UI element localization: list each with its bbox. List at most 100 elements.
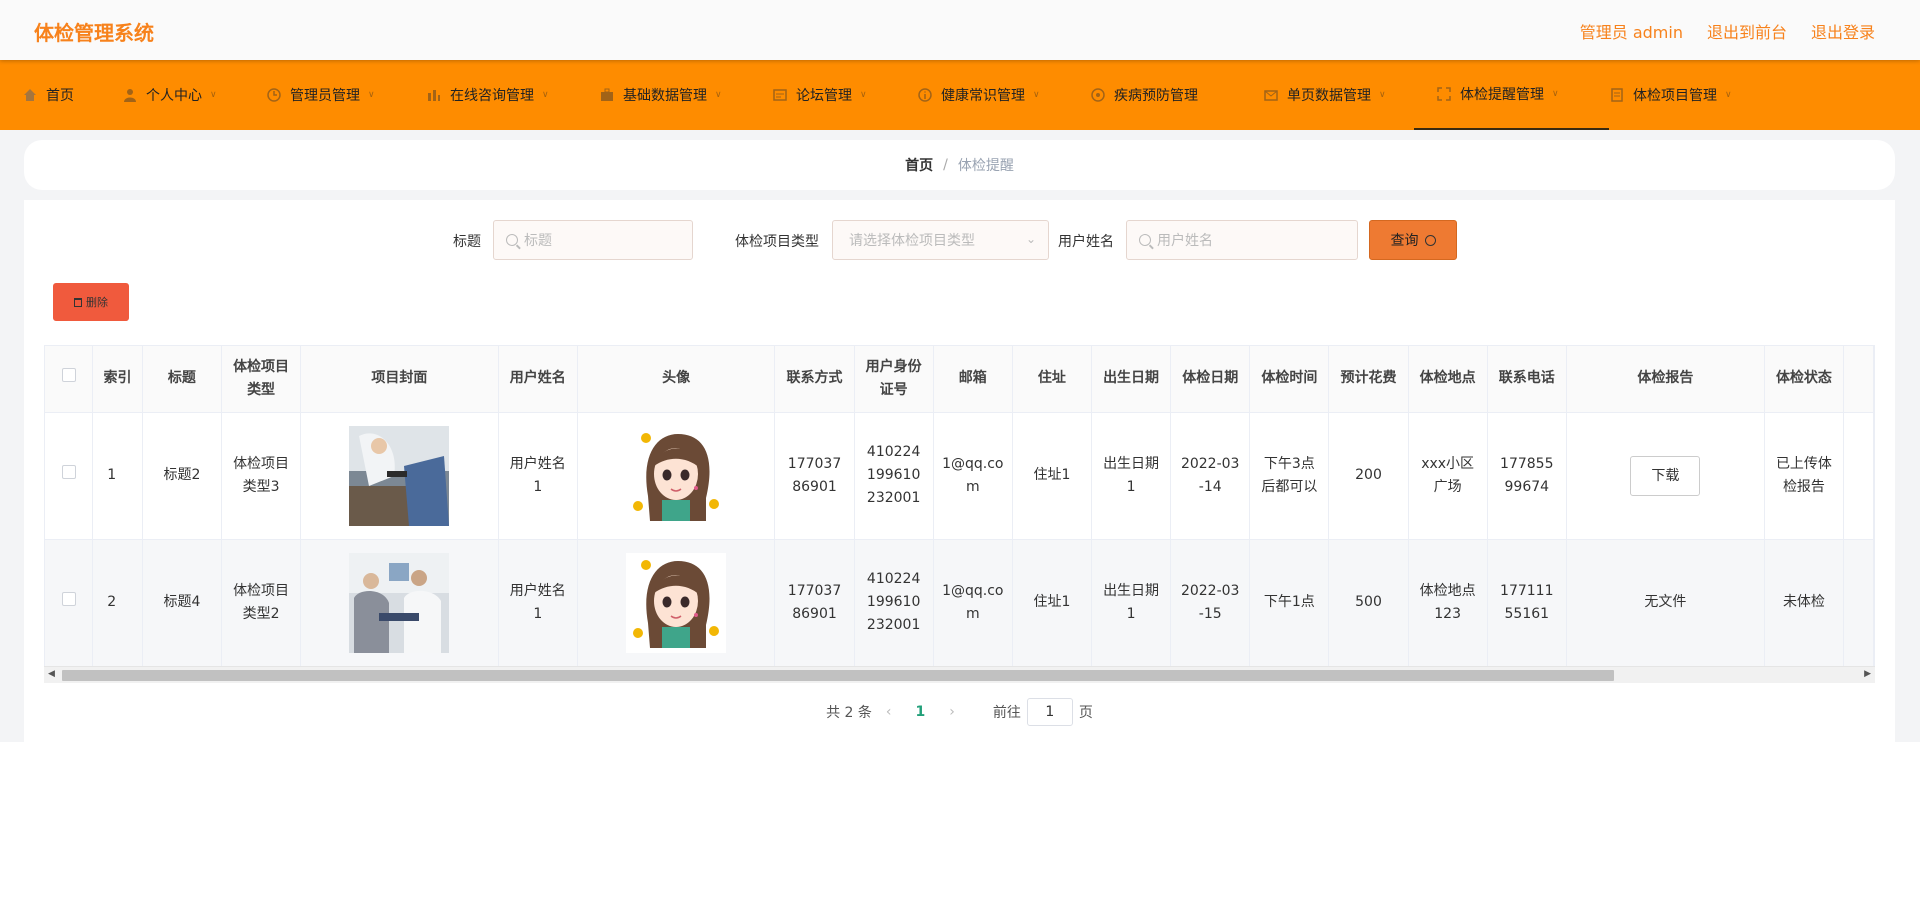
cell-place: xxx小区广场 <box>1408 412 1488 540</box>
column-header-overflow <box>1843 346 1874 413</box>
breadcrumb: 首页 / 体检提醒 <box>24 140 1895 190</box>
cell-address: 住址1 <box>1012 539 1093 667</box>
nav-item-9[interactable]: 单页数据管理 ∨ <box>1263 60 1436 130</box>
goto-page-input[interactable]: 1 <box>1026 698 1073 726</box>
board-icon <box>772 87 788 103</box>
nav-item-label: 单页数据管理 <box>1287 88 1371 104</box>
column-header: 出生日期 <box>1091 346 1172 413</box>
scroll-right-icon[interactable]: ▶ <box>1864 669 1871 679</box>
select-all-header <box>45 346 94 413</box>
select-all-checkbox[interactable] <box>61 368 76 383</box>
cell-status: 已上传体检报告 <box>1764 412 1845 540</box>
cell-idcard: 410224199610232001 <box>854 539 934 667</box>
delete-button[interactable]: 删除 <box>53 283 129 321</box>
user-search-placeholder: 用户姓名 <box>1157 233 1213 249</box>
column-header: 住址 <box>1012 346 1093 413</box>
row-checkbox[interactable] <box>61 592 76 606</box>
shield-icon <box>1090 87 1106 103</box>
chevron-down-icon: ∨ <box>1725 90 1732 100</box>
search-form: 标题 标题 体检项目类型 请选择体检项目类型 ⌄ 用户姓名 用户姓名 查询 <box>24 220 1895 260</box>
cell-exam_time: 下午1点 <box>1249 539 1330 667</box>
column-header: 用户身份证号 <box>854 346 934 413</box>
download-report-button[interactable]: 下载 <box>1630 455 1701 496</box>
cell-status: 未体检 <box>1764 539 1845 667</box>
top-header: 体检管理系统 管理员 admin 退出到前台 退出登录 <box>0 0 1920 60</box>
column-header: 联系电话 <box>1487 346 1567 413</box>
cover-cell <box>300 539 499 667</box>
chart-icon <box>426 87 442 103</box>
column-header: 用户姓名 <box>498 346 578 413</box>
row-checkbox[interactable] <box>61 465 76 479</box>
nav-item-2[interactable]: 个人中心 ∨ <box>122 60 266 130</box>
column-header: 标题 <box>142 346 223 413</box>
nav-item-label: 论坛管理 <box>796 88 852 104</box>
cell-exam_date: 2022-03-15 <box>1170 539 1251 667</box>
search-icon <box>506 234 518 246</box>
chevron-down-icon: ∨ <box>1033 90 1040 100</box>
nav-item-label: 在线咨询管理 <box>450 88 534 104</box>
chevron-down-icon: ∨ <box>715 90 722 100</box>
nav-item-11[interactable]: 体检项目管理 ∨ <box>1609 60 1759 130</box>
chevron-down-icon: ∨ <box>210 90 217 100</box>
logout-link[interactable]: 退出登录 <box>1811 19 1875 43</box>
nav-item-1[interactable]: 首页 <box>22 60 122 130</box>
table-header-row: 索引 标题 体检项目类型 项目封面 用户姓名 头像 联系方式 用户身份证号 邮箱 住址 出生日期 体检… <box>45 346 1874 413</box>
nav-item-7[interactable]: 健康常识管理 ∨ <box>917 60 1090 130</box>
cell-address: 住址1 <box>1012 412 1093 540</box>
back-to-frontend-link[interactable]: 退出到前台 <box>1707 19 1787 43</box>
page-suffix: 页 <box>1078 705 1093 721</box>
delete-button-label: 删除 <box>86 296 108 309</box>
query-button-label: 查询 <box>1390 233 1419 249</box>
cell-phone: 17703786901 <box>774 412 855 540</box>
page-number-current[interactable]: 1 <box>916 704 926 720</box>
breadcrumb-home[interactable]: 首页 <box>905 155 933 175</box>
nav-item-8[interactable]: 疾病预防管理 <box>1090 60 1263 130</box>
nav-item-6[interactable]: 论坛管理 ∨ <box>772 60 917 130</box>
cell-type: 体检项目类型2 <box>221 539 302 667</box>
type-select[interactable]: 请选择体检项目类型 ⌄ <box>832 220 1049 260</box>
query-button[interactable]: 查询 <box>1369 220 1457 260</box>
scroll-left-icon[interactable]: ◀ <box>48 669 55 679</box>
nav-item-label: 体检提醒管理 <box>1460 87 1544 103</box>
info-icon <box>917 87 933 103</box>
breadcrumb-current: 体检提醒 <box>957 158 1014 174</box>
nav-item-label: 疾病预防管理 <box>1114 88 1198 104</box>
project-cover-image <box>349 425 450 526</box>
type-filter-label: 体检项目类型 <box>735 234 819 250</box>
chevron-down-icon: ∨ <box>1379 90 1386 100</box>
cell-title: 标题4 <box>142 539 223 667</box>
admin-user-link[interactable]: 管理员 admin <box>1580 19 1683 43</box>
main-panel: 标题 标题 体检项目类型 请选择体检项目类型 ⌄ 用户姓名 用户姓名 查询 删除… <box>24 200 1895 742</box>
cell-phone: 17703786901 <box>774 539 855 667</box>
cell-exam_date: 2022-03-14 <box>1170 412 1251 540</box>
column-header: 联系方式 <box>774 346 855 413</box>
cell-exam_time: 下午3点后都可以 <box>1249 412 1330 540</box>
title-search-input[interactable]: 标题 <box>493 220 693 260</box>
cell-user: 用户姓名1 <box>498 539 578 667</box>
horizontal-scrollbar[interactable]: ◀ ▶ <box>44 666 1875 683</box>
column-header: 体检地点 <box>1408 346 1488 413</box>
nav-item-3[interactable]: 管理员管理 ∨ <box>266 60 426 130</box>
column-header: 预计花费 <box>1328 346 1409 413</box>
search-icon <box>1424 234 1436 246</box>
user-avatar-image <box>626 552 727 653</box>
mail-icon <box>1263 87 1279 103</box>
column-header: 体检状态 <box>1764 346 1845 413</box>
column-header: 项目封面 <box>300 346 499 413</box>
column-header: 体检时间 <box>1249 346 1330 413</box>
column-header: 体检日期 <box>1170 346 1251 413</box>
nav-item-4[interactable]: 在线咨询管理 ∨ <box>426 60 599 130</box>
cell-cost: 500 <box>1328 539 1409 667</box>
next-page-icon[interactable]: › <box>949 704 955 720</box>
scroll-thumb[interactable] <box>62 670 1614 681</box>
nav-item-label: 健康常识管理 <box>941 88 1025 104</box>
cell-cost: 200 <box>1328 412 1409 540</box>
nav-item-10[interactable]: 体检提醒管理 ∨ <box>1414 60 1609 130</box>
cell-place: 体检地点123 <box>1408 539 1488 667</box>
table-row: 2 标题4 体检项目类型2 用户姓名1 17703786901 4102241996102… <box>45 539 1874 667</box>
nav-item-5[interactable]: 基础数据管理 ∨ <box>599 60 772 130</box>
nav-item-label: 个人中心 <box>146 88 202 104</box>
user-search-input[interactable]: 用户姓名 <box>1126 220 1358 260</box>
cell-birth: 出生日期1 <box>1091 412 1172 540</box>
prev-page-icon[interactable]: ‹ <box>886 704 892 720</box>
